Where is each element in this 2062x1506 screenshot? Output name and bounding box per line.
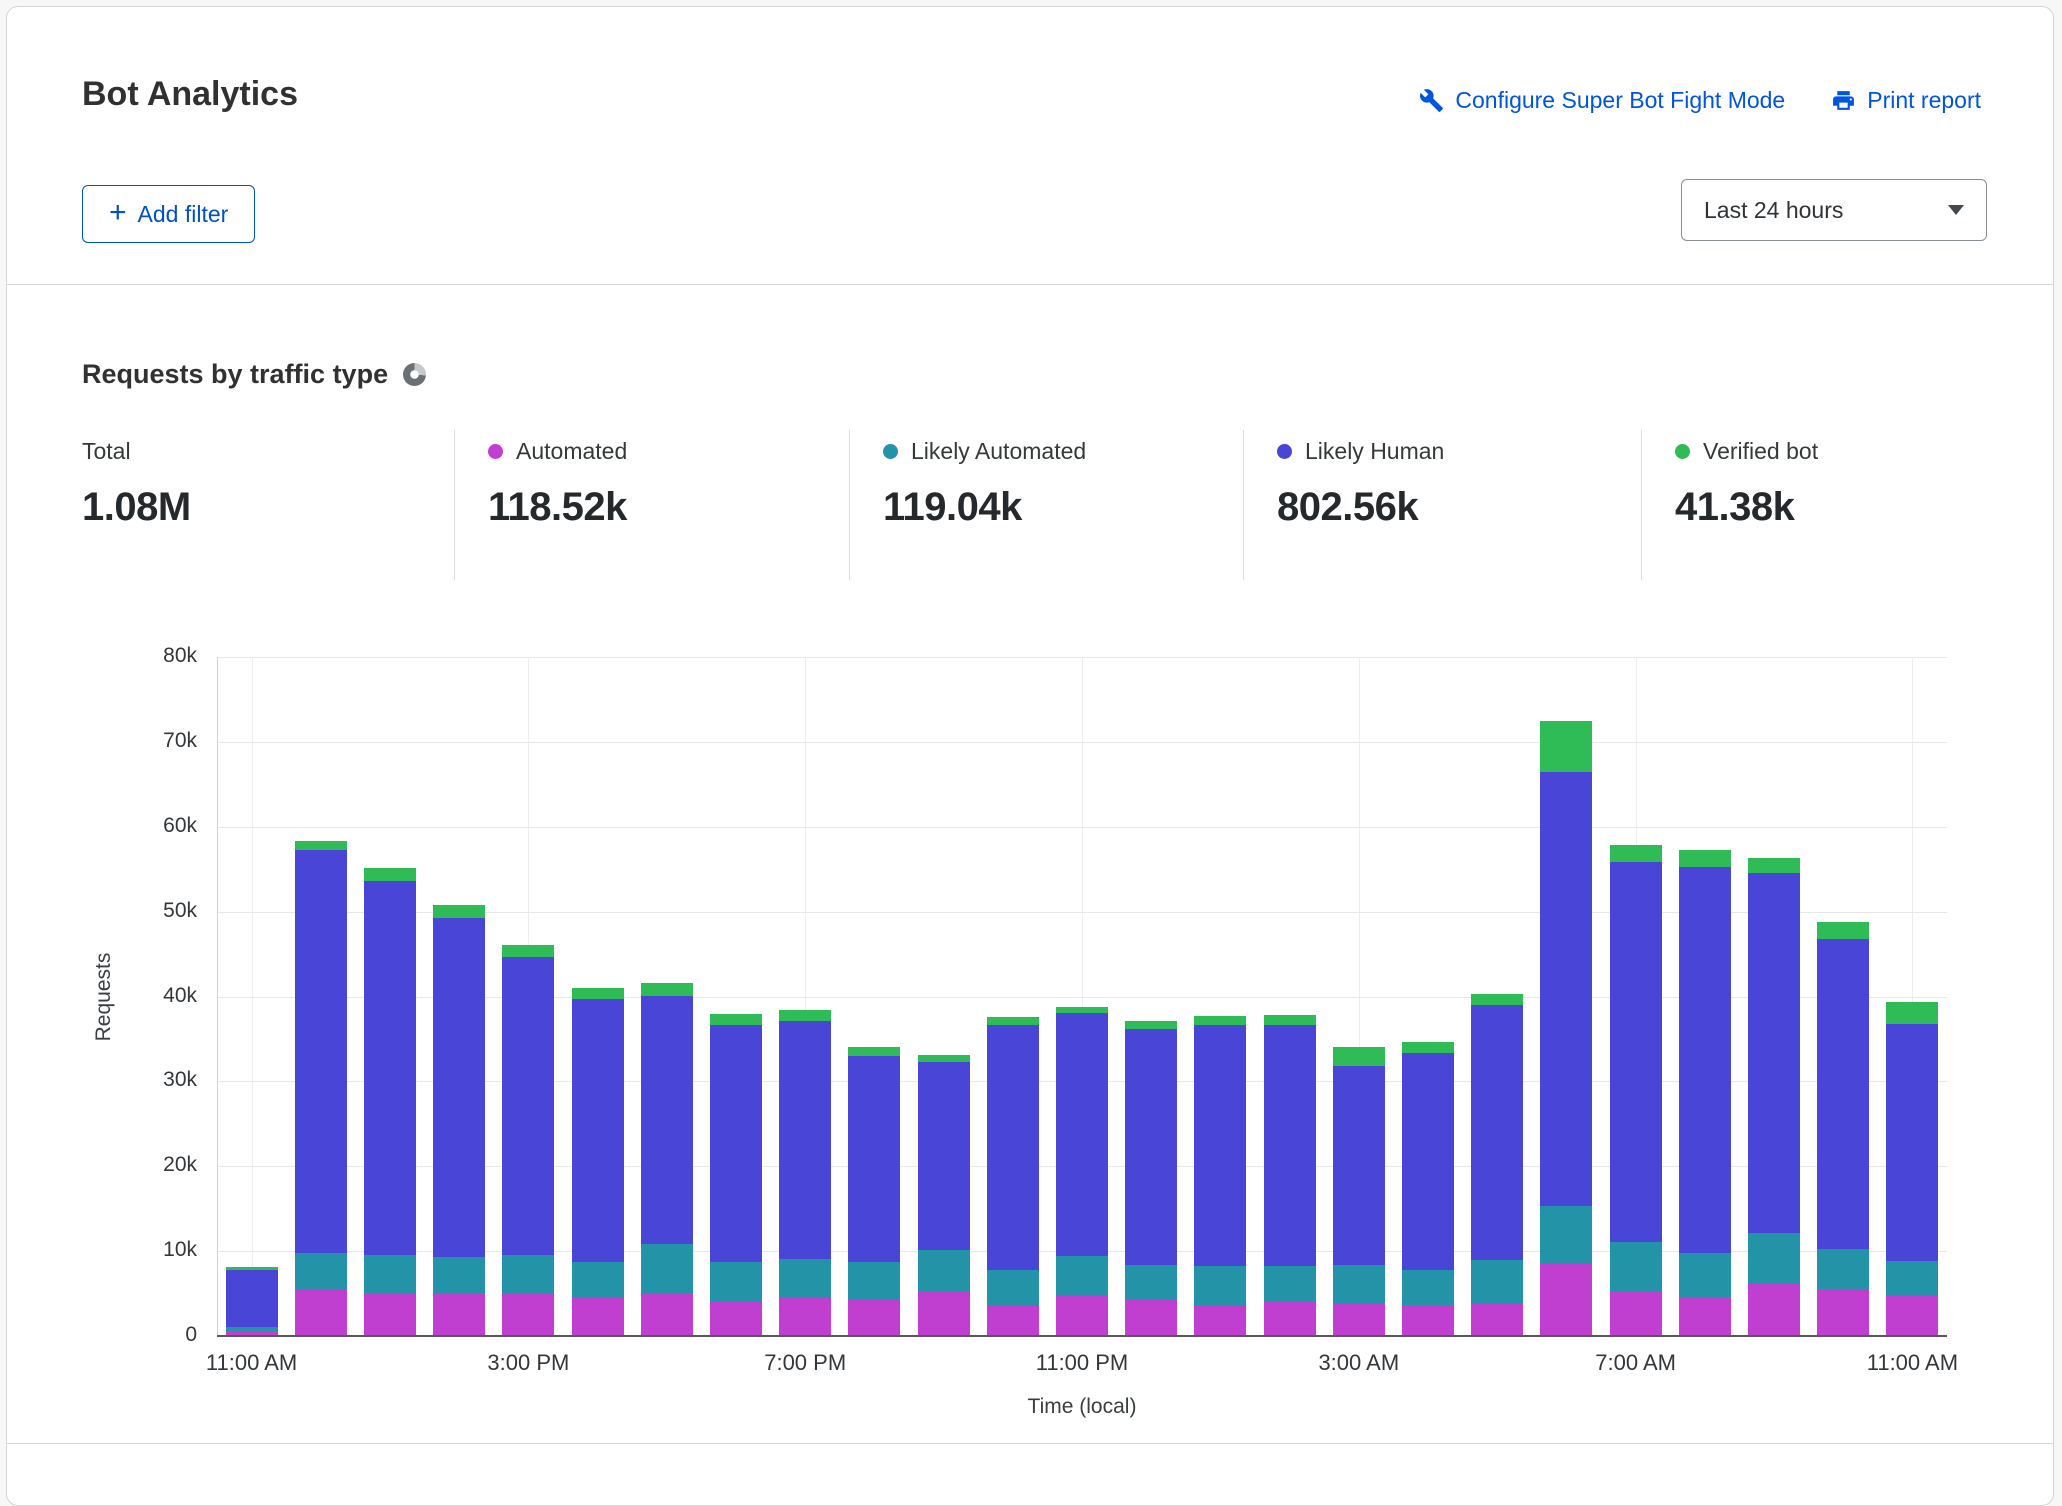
x-axis-title: Time (local) <box>1028 1395 1137 1419</box>
stat-likely-automated-value: 119.04k <box>883 485 1243 530</box>
stat-automated-value: 118.52k <box>488 485 849 530</box>
stat-automated-label: Automated <box>516 438 627 465</box>
stat-likely-automated-label: Likely Automated <box>911 438 1086 465</box>
x-axis-ticks: 11:00 AM 3:00 PM 7:00 PM 11:00 PM 3:00 AM 7:0… <box>7 597 2062 1442</box>
stat-verified-bot: Verified bot 41.38k <box>1641 430 1997 580</box>
stat-verified-bot-value: 41.38k <box>1675 485 1997 530</box>
print-report-link[interactable]: Print report <box>1831 87 1981 114</box>
printer-icon <box>1831 88 1856 113</box>
add-filter-label: Add filter <box>138 201 229 228</box>
x-tick-label: 11:00 AM <box>1867 1350 1958 1376</box>
section-title: Requests by traffic type <box>82 359 388 390</box>
pie-chart-icon <box>403 363 426 386</box>
x-tick-label: 3:00 AM <box>1318 1350 1399 1376</box>
stat-likely-human: Likely Human 802.56k <box>1243 430 1641 580</box>
stat-automated: Automated 118.52k <box>454 430 849 580</box>
x-tick-label: 3:00 PM <box>487 1350 569 1376</box>
requests-by-traffic-type-chart: 010k20k30k40k50k60k70k80k 11:00 AM3:00 P… <box>7 597 2062 1442</box>
section-header: Requests by traffic type <box>82 359 426 390</box>
configure-link-label: Configure Super Bot Fight Mode <box>1455 87 1785 114</box>
bottom-divider <box>7 1443 2053 1444</box>
x-tick-label: 11:00 AM <box>206 1350 297 1376</box>
page-title: Bot Analytics <box>82 75 298 114</box>
automated-legend-dot <box>488 444 503 459</box>
stats-row: Total 1.08M Automated 118.52k Likely Aut… <box>82 430 1997 580</box>
stat-total-label: Total <box>82 438 131 465</box>
header-actions: Configure Super Bot Fight Mode Print rep… <box>1419 87 1981 114</box>
stat-verified-bot-label: Verified bot <box>1703 438 1818 465</box>
time-range-value: Last 24 hours <box>1704 197 1843 224</box>
add-filter-button[interactable]: + Add filter <box>82 185 255 243</box>
y-axis-title: Requests <box>92 953 116 1042</box>
x-tick-label: 7:00 PM <box>764 1350 846 1376</box>
stat-likely-human-value: 802.56k <box>1277 485 1641 530</box>
verified-bot-legend-dot <box>1675 444 1690 459</box>
x-tick-label: 7:00 AM <box>1595 1350 1676 1376</box>
header-divider <box>7 284 2053 285</box>
print-link-label: Print report <box>1867 87 1981 114</box>
wrench-icon <box>1419 88 1444 113</box>
stat-likely-automated: Likely Automated 119.04k <box>849 430 1243 580</box>
chevron-down-icon <box>1948 205 1964 215</box>
stat-total: Total 1.08M <box>82 430 454 580</box>
plus-icon: + <box>109 198 127 228</box>
x-tick-label: 11:00 PM <box>1036 1350 1129 1376</box>
likely-automated-legend-dot <box>883 444 898 459</box>
likely-human-legend-dot <box>1277 444 1292 459</box>
stat-likely-human-label: Likely Human <box>1305 438 1444 465</box>
configure-super-bot-fight-mode-link[interactable]: Configure Super Bot Fight Mode <box>1419 87 1785 114</box>
bot-analytics-card: Bot Analytics Configure Super Bot Fight … <box>6 6 2054 1506</box>
stat-total-value: 1.08M <box>82 485 454 530</box>
time-range-select[interactable]: Last 24 hours <box>1681 179 1987 241</box>
